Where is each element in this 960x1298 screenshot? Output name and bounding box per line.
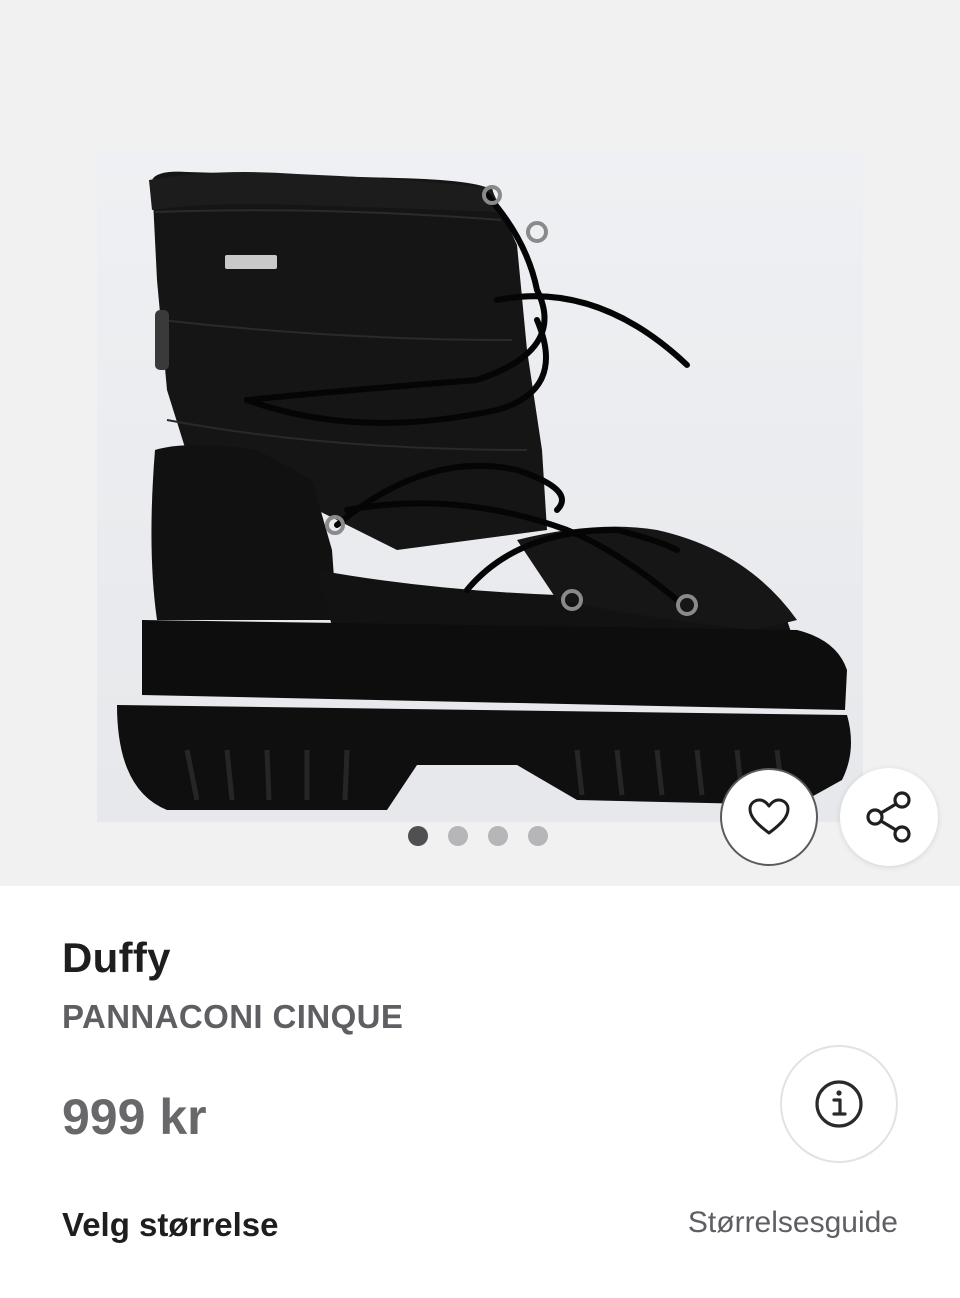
product-gallery[interactable] [0, 0, 960, 886]
boot-illustration [117, 171, 851, 810]
price-info-button[interactable] [780, 1045, 898, 1163]
product-brand[interactable]: Duffy [62, 934, 171, 982]
carousel-dot[interactable] [528, 826, 548, 846]
product-name: PANNACONI CINQUE [62, 998, 404, 1035]
favorite-button[interactable] [720, 768, 818, 866]
carousel-dot[interactable] [408, 826, 428, 846]
size-guide-link[interactable]: Størrelsesguide [688, 1206, 898, 1240]
heart-icon [748, 798, 790, 835]
share-button[interactable] [840, 768, 938, 866]
carousel-dot[interactable] [488, 826, 508, 846]
info-icon [815, 1080, 863, 1128]
product-price: 999 kr [62, 1089, 207, 1145]
product-image[interactable] [97, 150, 863, 822]
select-size-heading: Velg størrelse [62, 1206, 279, 1243]
carousel-dot[interactable] [448, 826, 468, 846]
carousel-indicator [408, 826, 548, 846]
share-icon [866, 791, 911, 843]
